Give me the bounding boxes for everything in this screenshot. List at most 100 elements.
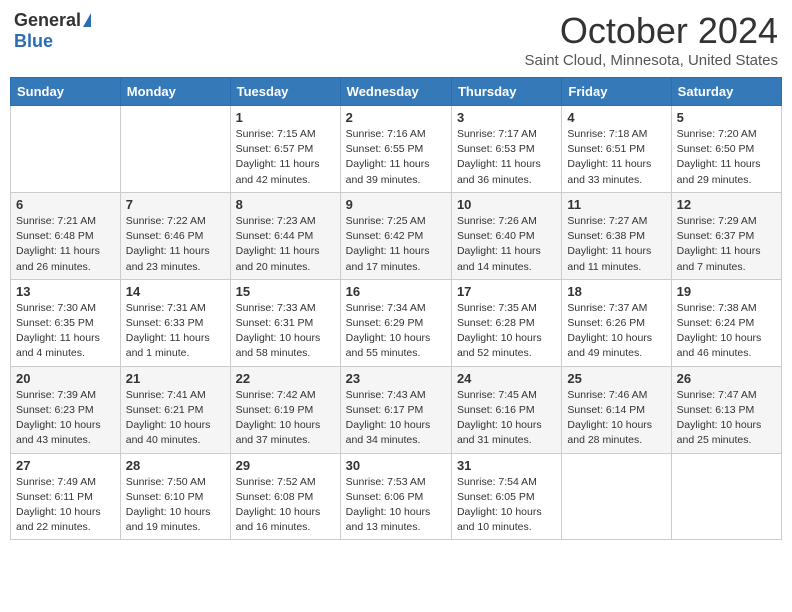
day-info: Sunrise: 7:31 AM Sunset: 6:33 PM Dayligh… (126, 302, 210, 360)
empty-cell (671, 453, 781, 540)
page-header: General Blue October 2024 Saint Cloud, M… (10, 10, 782, 69)
calendar-day-cell: 24 Sunrise: 7:45 AM Sunset: 6:16 PM Dayli… (451, 366, 561, 453)
weekday-header-saturday: Saturday (671, 78, 781, 106)
day-number: 12 (677, 197, 776, 212)
day-info: Sunrise: 7:46 AM Sunset: 6:14 PM Dayligh… (567, 389, 652, 447)
weekday-header-thursday: Thursday (451, 78, 561, 106)
day-info: Sunrise: 7:22 AM Sunset: 6:46 PM Dayligh… (126, 215, 210, 273)
day-info: Sunrise: 7:30 AM Sunset: 6:35 PM Dayligh… (16, 302, 100, 360)
calendar-day-cell: 26Sunrise: 7:47 AM Sunset: 6:13 PM Dayli… (671, 366, 781, 453)
title-block: October 2024 Saint Cloud, Minnesota, Uni… (525, 10, 778, 69)
day-number: 10 (457, 197, 556, 212)
day-number: 26 (677, 371, 776, 386)
logo-blue-text: Blue (14, 31, 53, 52)
calendar-table: SundayMondayTuesdayWednesdayThursdayFrid… (10, 77, 782, 540)
calendar-day-cell: 20Sunrise: 7:39 AM Sunset: 6:23 PM Dayli… (11, 366, 121, 453)
calendar-day-cell: 5 Sunrise: 7:20 AM Sunset: 6:50 PM Daylig… (671, 106, 781, 193)
weekday-header-wednesday: Wednesday (340, 78, 451, 106)
day-info: Sunrise: 7:26 AM Sunset: 6:40 PM Dayligh… (457, 215, 541, 273)
day-info: Sunrise: 7:50 AM Sunset: 6:10 PM Dayligh… (126, 476, 211, 534)
day-info: Sunrise: 7:33 AM Sunset: 6:31 PM Dayligh… (236, 302, 321, 360)
day-number: 29 (236, 458, 335, 473)
day-number: 9 (346, 197, 446, 212)
calendar-week-row: 6 Sunrise: 7:21 AM Sunset: 6:48 PM Daylig… (11, 192, 782, 279)
day-info: Sunrise: 7:53 AM Sunset: 6:06 PM Dayligh… (346, 476, 431, 534)
day-number: 4 (567, 110, 665, 125)
day-number: 17 (457, 284, 556, 299)
calendar-day-cell: 13 Sunrise: 7:30 AM Sunset: 6:35 PM Dayli… (11, 279, 121, 366)
day-info: Sunrise: 7:16 AM Sunset: 6:55 PM Dayligh… (346, 128, 430, 186)
location-subtitle: Saint Cloud, Minnesota, United States (525, 52, 778, 69)
calendar-day-cell: 22 Sunrise: 7:42 AM Sunset: 6:19 PM Dayli… (230, 366, 340, 453)
day-info: Sunrise: 7:15 AM Sunset: 6:57 PM Dayligh… (236, 128, 320, 186)
day-info: Sunrise: 7:34 AM Sunset: 6:29 PM Dayligh… (346, 302, 431, 360)
day-number: 24 (457, 371, 556, 386)
day-info: Sunrise: 7:42 AM Sunset: 6:19 PM Dayligh… (236, 389, 321, 447)
day-number: 30 (346, 458, 446, 473)
weekday-header-friday: Friday (562, 78, 671, 106)
calendar-day-cell: 28 Sunrise: 7:50 AM Sunset: 6:10 PM Dayli… (120, 453, 230, 540)
calendar-day-cell: 16 Sunrise: 7:34 AM Sunset: 6:29 PM Dayli… (340, 279, 451, 366)
day-number: 6 (16, 197, 115, 212)
calendar-day-cell: 18 Sunrise: 7:37 AM Sunset: 6:26 PM Dayli… (562, 279, 671, 366)
day-info: Sunrise: 7:35 AM Sunset: 6:28 PM Dayligh… (457, 302, 542, 360)
day-info: Sunrise: 7:21 AM Sunset: 6:48 PM Dayligh… (16, 215, 100, 273)
day-info: Sunrise: 7:18 AM Sunset: 6:51 PM Dayligh… (567, 128, 651, 186)
logo: General Blue (14, 10, 91, 52)
calendar-day-cell: 12 Sunrise: 7:29 AM Sunset: 6:37 PM Dayli… (671, 192, 781, 279)
day-number: 23 (346, 371, 446, 386)
day-number: 20 (16, 371, 115, 386)
calendar-day-cell: 17 Sunrise: 7:35 AM Sunset: 6:28 PM Dayli… (451, 279, 561, 366)
logo-triangle-icon (83, 13, 91, 27)
day-number: 14 (126, 284, 225, 299)
calendar-day-cell: 27Sunrise: 7:49 AM Sunset: 6:11 PM Dayli… (11, 453, 121, 540)
calendar-day-cell: 21 Sunrise: 7:41 AM Sunset: 6:21 PM Dayli… (120, 366, 230, 453)
calendar-day-cell: 11 Sunrise: 7:27 AM Sunset: 6:38 PM Dayli… (562, 192, 671, 279)
day-number: 5 (677, 110, 776, 125)
day-number: 7 (126, 197, 225, 212)
day-number: 2 (346, 110, 446, 125)
day-number: 11 (567, 197, 665, 212)
day-number: 25 (567, 371, 665, 386)
day-number: 28 (126, 458, 225, 473)
calendar-week-row: 13 Sunrise: 7:30 AM Sunset: 6:35 PM Dayli… (11, 279, 782, 366)
empty-cell (11, 106, 121, 193)
day-info: Sunrise: 7:54 AM Sunset: 6:05 PM Dayligh… (457, 476, 542, 534)
calendar-day-cell: 4 Sunrise: 7:18 AM Sunset: 6:51 PM Daylig… (562, 106, 671, 193)
day-info: Sunrise: 7:43 AM Sunset: 6:17 PM Dayligh… (346, 389, 431, 447)
day-info: Sunrise: 7:27 AM Sunset: 6:38 PM Dayligh… (567, 215, 651, 273)
day-info: Sunrise: 7:25 AM Sunset: 6:42 PM Dayligh… (346, 215, 430, 273)
calendar-day-cell: 31 Sunrise: 7:54 AM Sunset: 6:05 PM Dayli… (451, 453, 561, 540)
calendar-day-cell: 10 Sunrise: 7:26 AM Sunset: 6:40 PM Dayli… (451, 192, 561, 279)
calendar-day-cell: 8Sunrise: 7:23 AM Sunset: 6:44 PM Daylig… (230, 192, 340, 279)
calendar-day-cell: 19 Sunrise: 7:38 AM Sunset: 6:24 PM Dayli… (671, 279, 781, 366)
calendar-day-cell: 9 Sunrise: 7:25 AM Sunset: 6:42 PM Daylig… (340, 192, 451, 279)
day-info: Sunrise: 7:52 AM Sunset: 6:08 PM Dayligh… (236, 476, 321, 534)
day-number: 16 (346, 284, 446, 299)
calendar-day-cell: 7 Sunrise: 7:22 AM Sunset: 6:46 PM Daylig… (120, 192, 230, 279)
calendar-day-cell: 6 Sunrise: 7:21 AM Sunset: 6:48 PM Daylig… (11, 192, 121, 279)
day-info: Sunrise: 7:29 AM Sunset: 6:37 PM Dayligh… (677, 215, 761, 273)
day-number: 18 (567, 284, 665, 299)
day-info: Sunrise: 7:20 AM Sunset: 6:50 PM Dayligh… (677, 128, 761, 186)
day-info: Sunrise: 7:45 AM Sunset: 6:16 PM Dayligh… (457, 389, 542, 447)
day-info: Sunrise: 7:37 AM Sunset: 6:26 PM Dayligh… (567, 302, 652, 360)
day-number: 8 (236, 197, 335, 212)
empty-cell (562, 453, 671, 540)
day-info: Sunrise: 7:38 AM Sunset: 6:24 PM Dayligh… (677, 302, 762, 360)
calendar-week-row: 1 Sunrise: 7:15 AM Sunset: 6:57 PM Daylig… (11, 106, 782, 193)
calendar-day-cell: 30 Sunrise: 7:53 AM Sunset: 6:06 PM Dayli… (340, 453, 451, 540)
day-number: 15 (236, 284, 335, 299)
day-number: 1 (236, 110, 335, 125)
weekday-header-sunday: Sunday (11, 78, 121, 106)
day-number: 31 (457, 458, 556, 473)
day-number: 21 (126, 371, 225, 386)
day-info: Sunrise: 7:41 AM Sunset: 6:21 PM Dayligh… (126, 389, 211, 447)
calendar-day-cell: 1 Sunrise: 7:15 AM Sunset: 6:57 PM Daylig… (230, 106, 340, 193)
day-number: 22 (236, 371, 335, 386)
logo-general-text: General (14, 10, 81, 31)
calendar-week-row: 27Sunrise: 7:49 AM Sunset: 6:11 PM Dayli… (11, 453, 782, 540)
day-info: Sunrise: 7:49 AM Sunset: 6:11 PM Dayligh… (16, 476, 101, 534)
day-number: 19 (677, 284, 776, 299)
day-number: 13 (16, 284, 115, 299)
